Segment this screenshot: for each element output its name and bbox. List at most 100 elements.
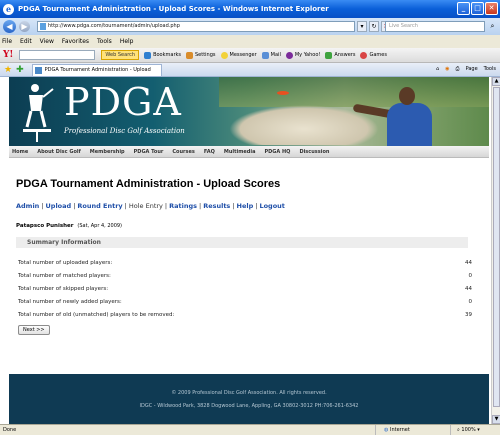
window-controls: _ □ ✕ <box>457 2 498 15</box>
site-navigation: Home About Disc Golf Membership PDGA Tou… <box>9 146 489 158</box>
summary-label: Total number of skipped players: <box>18 286 109 292</box>
summary-row: Total number of newly added players: 0 <box>16 299 472 308</box>
event-heading: Patapsco Punisher (Sat, Apr 4, 2009) <box>16 223 122 229</box>
footer-address: IDGC - Wildwood Park, 3828 Dogwood Lane,… <box>139 403 359 409</box>
mail-icon <box>261 51 269 59</box>
summary-label: Total number of old (unmatched) players … <box>18 312 175 318</box>
summary-value: 0 <box>468 273 473 279</box>
link-upload[interactable]: Upload <box>46 202 72 210</box>
summary-label: Total number of newly added players: <box>18 299 122 305</box>
link-admin[interactable]: Admin <box>16 202 39 210</box>
mail-button[interactable]: Mail <box>261 51 281 59</box>
maximize-button[interactable]: □ <box>471 2 484 15</box>
menu-help[interactable]: Help <box>120 38 134 45</box>
tab-page-icon <box>34 66 42 74</box>
zoom-control[interactable]: ⌕ 100% ▾ <box>450 425 500 435</box>
summary-row: Total number of skipped players: 44 <box>16 286 472 295</box>
menu-view[interactable]: View <box>40 38 54 45</box>
tools-menu[interactable]: Tools <box>484 66 496 72</box>
summary-value: 44 <box>465 286 472 292</box>
messenger-label: Messenger <box>229 52 257 58</box>
back-button[interactable]: ◀ <box>3 20 16 33</box>
nav-discussion[interactable]: Discussion <box>299 149 329 155</box>
menu-tools[interactable]: Tools <box>97 38 112 45</box>
settings-button[interactable]: Settings <box>186 51 216 59</box>
bookmarks-button[interactable]: Bookmarks <box>144 51 181 59</box>
disc-golfer-image <box>352 87 447 146</box>
menu-bar: File Edit View Favorites Tools Help <box>0 35 500 48</box>
forward-button[interactable]: ▶ <box>19 21 30 32</box>
answers-icon <box>325 51 333 59</box>
home-icon[interactable]: ⌂ <box>436 66 439 72</box>
main-content: PDGA Tournament Administration - Upload … <box>9 158 489 374</box>
my-yahoo-icon <box>285 51 293 59</box>
nav-home[interactable]: Home <box>12 149 28 155</box>
address-toolbar: ◀ ▶ http://www.pdga.com/tournament/admin… <box>0 18 500 35</box>
summary-value: 44 <box>465 260 472 266</box>
link-logout[interactable]: Logout <box>259 202 284 210</box>
internet-explorer-icon: e <box>3 3 14 15</box>
pdga-logo-text: PDGA <box>64 80 182 124</box>
globe-icon: ◍ <box>384 427 389 433</box>
summary-value: 0 <box>468 299 473 305</box>
yahoo-search-input[interactable] <box>19 50 96 60</box>
link-help[interactable]: Help <box>237 202 254 210</box>
window-titlebar: e PDGA Tournament Administration - Uploa… <box>0 0 500 18</box>
close-button[interactable]: ✕ <box>485 2 498 15</box>
add-favorite-icon[interactable]: ✚ <box>16 65 24 75</box>
menu-file[interactable]: File <box>2 38 12 45</box>
summary-row: Total number of matched players: 0 <box>16 273 472 282</box>
nav-courses[interactable]: Courses <box>172 149 194 155</box>
scroll-down-icon[interactable]: ▼ <box>492 415 500 424</box>
nav-pdga-tour[interactable]: PDGA Tour <box>134 149 164 155</box>
vertical-scrollbar[interactable]: ▲ ▼ <box>491 77 500 424</box>
page-title: PDGA Tournament Administration - Upload … <box>16 178 281 190</box>
my-yahoo-label: My Yahoo! <box>294 52 321 58</box>
status-text: Done <box>3 427 17 433</box>
games-button[interactable]: Games <box>360 51 387 59</box>
search-icon[interactable]: ⌕ <box>487 21 498 32</box>
summary-label: Total number of matched players: <box>18 273 111 279</box>
zoom-icon: ⌕ <box>457 427 460 433</box>
yahoo-logo-icon[interactable]: Y! <box>3 50 13 60</box>
answers-label: Answers <box>334 52 356 58</box>
link-round-entry[interactable]: Round Entry <box>77 202 122 210</box>
yahoo-toolbar: Y! Web Search Bookmarks Settings Messeng… <box>0 48 500 63</box>
feeds-icon[interactable]: ◉ <box>445 66 449 72</box>
nav-membership[interactable]: Membership <box>90 149 125 155</box>
menu-edit[interactable]: Edit <box>20 38 32 45</box>
scroll-up-icon[interactable]: ▲ <box>492 77 500 86</box>
page-viewport: PDGA Professional Disc Golf Association … <box>0 77 491 424</box>
nav-multimedia[interactable]: Multimedia <box>224 149 256 155</box>
minimize-button[interactable]: _ <box>457 2 470 15</box>
nav-pdga-hq[interactable]: PDGA HQ <box>264 149 290 155</box>
messenger-button[interactable]: Messenger <box>220 51 257 59</box>
address-input[interactable]: http://www.pdga.com/tournament/admin/upl… <box>37 21 355 32</box>
live-search-input[interactable]: Live Search <box>385 21 485 32</box>
bookmarks-label: Bookmarks <box>153 52 181 58</box>
nav-about-disc-golf[interactable]: About Disc Golf <box>37 149 81 155</box>
messenger-icon <box>220 51 228 59</box>
print-icon[interactable]: ⎙ <box>456 66 460 72</box>
menu-favorites[interactable]: Favorites <box>62 38 89 45</box>
nav-faq[interactable]: FAQ <box>204 149 215 155</box>
web-search-button[interactable]: Web Search <box>101 50 140 60</box>
flying-disc-image <box>277 91 289 95</box>
admin-links: Admin | Upload | Round Entry | Hole Entry | … <box>16 202 285 210</box>
link-ratings[interactable]: Ratings <box>169 202 197 210</box>
scroll-thumb[interactable] <box>493 87 500 407</box>
refresh-icon[interactable]: ↻ <box>369 21 379 32</box>
address-dropdown-icon[interactable]: ▾ <box>357 21 367 32</box>
mail-label: Mail <box>270 52 281 58</box>
summary-value: 39 <box>465 312 472 318</box>
page-menu[interactable]: Page <box>466 66 478 72</box>
summary-row: Total number of uploaded players: 44 <box>16 260 472 269</box>
next-button[interactable]: Next >> <box>18 325 50 335</box>
favorites-star-icon[interactable]: ★ <box>4 65 12 75</box>
browser-tab[interactable]: PDGA Tournament Administration - Upload … <box>31 63 162 84</box>
answers-button[interactable]: Answers <box>325 51 356 59</box>
site-footer: © 2009 Professional Disc Golf Associatio… <box>9 374 489 424</box>
link-hole-entry[interactable]: Hole Entry <box>129 202 163 210</box>
my-yahoo-button[interactable]: My Yahoo! <box>285 51 321 59</box>
link-results[interactable]: Results <box>203 202 230 210</box>
